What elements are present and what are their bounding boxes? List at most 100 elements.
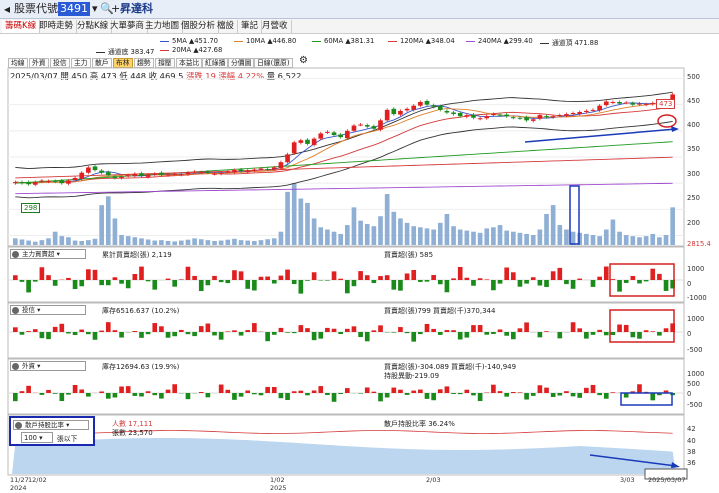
candle-body [172, 173, 178, 175]
candle-body [484, 116, 490, 119]
main-force-bar [364, 275, 370, 280]
foreign-bar [530, 393, 536, 396]
foreign-bar [145, 391, 151, 393]
trust-bar [404, 332, 410, 334]
trust-bar [311, 332, 317, 341]
candle-body [325, 131, 330, 133]
candle-body [444, 110, 450, 113]
axis-500: 500 [687, 73, 700, 81]
trust-bar [444, 330, 450, 332]
volume-bar [457, 229, 463, 245]
volume-bar [205, 240, 211, 245]
foreign-bar [198, 391, 204, 393]
p2-axis-neg500: -500 [687, 346, 703, 354]
volume-bar [530, 235, 536, 245]
main-force-bar [398, 280, 403, 291]
trust-bar [92, 332, 98, 340]
volume-bar [437, 222, 443, 245]
p4-axis-38: 38 [687, 448, 696, 456]
foreign-bar [105, 393, 111, 399]
volume-bar [238, 240, 244, 245]
candle-body [265, 169, 270, 171]
trust-bar [477, 325, 483, 332]
foreign-bar [26, 385, 31, 393]
trust-bar [603, 332, 609, 336]
foreign-bar [72, 385, 78, 393]
foreign-bar [205, 393, 211, 398]
close-icon [12, 307, 19, 314]
candle-body [338, 134, 344, 138]
foreign-bar [537, 385, 543, 393]
share-threshold-select[interactable]: 100 ▾ [21, 432, 53, 443]
trust-bar [46, 332, 51, 340]
volume-bar [99, 205, 104, 245]
volume-bar [477, 232, 483, 245]
main-force-bar [424, 280, 430, 282]
candle-body [232, 170, 237, 173]
volume-bar [26, 240, 31, 245]
p1-axis-1000: 1000 [687, 265, 705, 273]
trust-bar [32, 329, 38, 332]
candle-body [544, 116, 549, 118]
trust-bar [510, 332, 516, 340]
candle-body [537, 115, 543, 119]
trust-bar [185, 332, 191, 335]
main-force-bar [99, 280, 104, 286]
foreign-bar [557, 393, 563, 396]
panel-retail-select[interactable]: 散戶持股比率 ▾ [13, 420, 89, 430]
volume-bar [358, 220, 363, 245]
volume-bar [378, 216, 383, 245]
volume-bar [185, 239, 191, 245]
volume-bar [557, 225, 563, 245]
main-force-bar [650, 268, 656, 280]
trust-bar [358, 332, 363, 338]
foreign-bar [305, 393, 310, 396]
panel-foreign-select[interactable]: 外資 ▾ [10, 361, 86, 371]
candle-body [278, 162, 284, 169]
foreign-bar [152, 393, 158, 396]
ma20-line [15, 106, 673, 184]
main-force-bar [477, 278, 483, 280]
panel-trust-select[interactable]: 投信 ▾ [10, 305, 86, 315]
date-label: 2024 [10, 484, 27, 492]
volume-bar [550, 205, 556, 245]
volume-bar [623, 235, 629, 245]
trust-bar [663, 328, 669, 332]
axis-400: 400 [687, 121, 700, 129]
foreign-bar [318, 386, 324, 393]
volume-bar [105, 196, 111, 245]
panel-main-force-select[interactable]: 主力買賣超 ▾ [10, 249, 86, 259]
volume-bar [52, 231, 58, 245]
candle-body [411, 105, 417, 110]
foreign-holding-change: 持股異動-219.09 [384, 372, 440, 380]
volume-bar [570, 231, 576, 245]
foreign-bar [504, 393, 510, 397]
trust-bar [331, 328, 337, 332]
trust-bar [584, 332, 589, 339]
foreign-bar [344, 388, 350, 393]
main-force-bar [404, 273, 410, 280]
foreign-holding: 庫存12694.63 (19.9%) [102, 363, 180, 371]
trust-bar [557, 332, 563, 339]
volume-bar [119, 235, 124, 245]
foreign-bar [52, 393, 58, 394]
candle-body [617, 102, 622, 104]
trust-bar [643, 330, 649, 332]
trust-bar [544, 331, 549, 332]
candle-body [311, 138, 317, 145]
volume-bar [46, 238, 51, 245]
candle-body [86, 167, 91, 173]
main-force-bar [537, 280, 543, 286]
main-force-bar [564, 280, 569, 285]
candle-body [252, 169, 257, 171]
axis-300: 300 [687, 170, 700, 178]
trust-bar [610, 332, 616, 336]
trust-bar [119, 332, 124, 338]
candle-body [26, 182, 31, 185]
trust-bar [285, 332, 290, 333]
trust-bars [8, 322, 684, 342]
volume-bar [364, 223, 370, 245]
volume-bar [125, 236, 131, 245]
foreign-bar [378, 393, 383, 402]
candle-body [212, 173, 217, 175]
